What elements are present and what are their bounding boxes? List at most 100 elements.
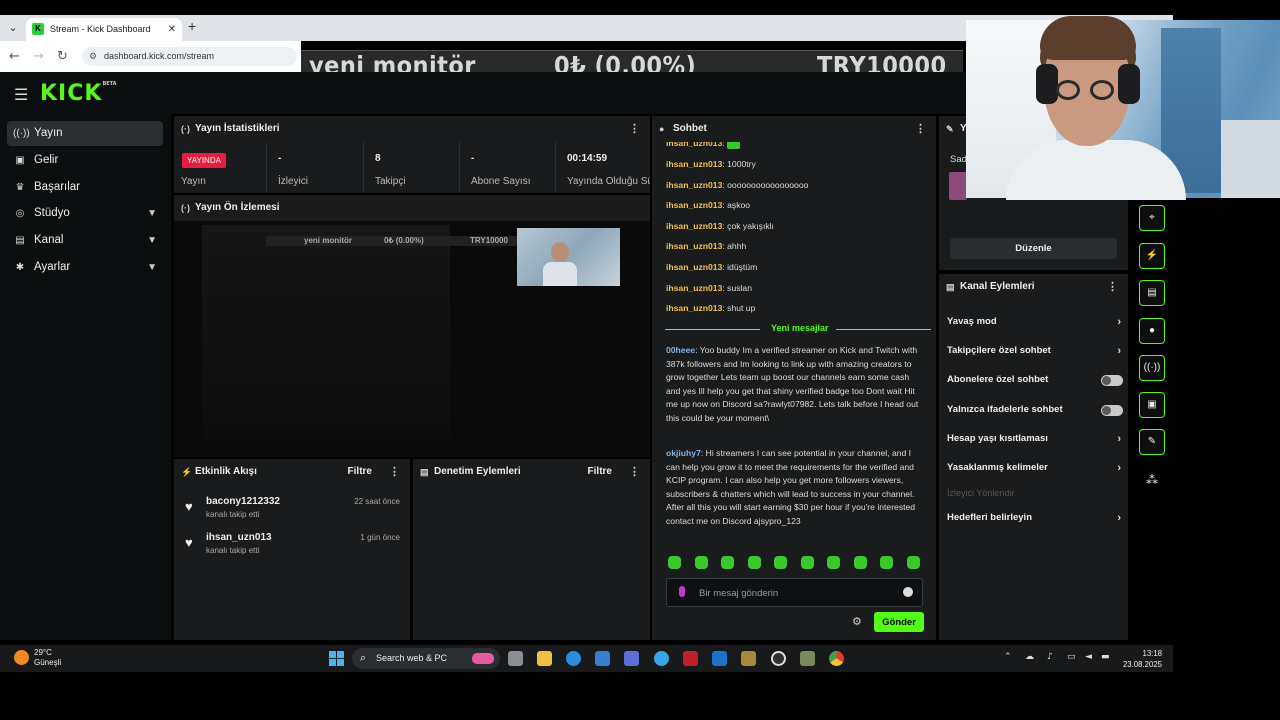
microphone-icon[interactable]: ♪ bbox=[1047, 652, 1053, 662]
event-user[interactable]: ihsan_uzn013 bbox=[206, 532, 272, 543]
chat-username[interactable]: okjiuhy7 bbox=[666, 448, 701, 458]
more-options-icon[interactable]: ⋮ bbox=[629, 459, 640, 485]
taskbar-search[interactable]: ⌕ Search web & PC bbox=[352, 648, 500, 669]
chevron-up-icon[interactable]: ⌃ bbox=[1004, 652, 1012, 662]
action-account-age[interactable]: Hesap yaşı kısıtlaması › bbox=[947, 428, 1123, 450]
antivirus-icon[interactable] bbox=[683, 651, 698, 666]
wrench-icon[interactable]: ✎ bbox=[1139, 429, 1165, 455]
close-tab-icon[interactable]: ✕ bbox=[168, 18, 176, 41]
menu-icon[interactable]: ☰ bbox=[14, 85, 28, 105]
sidebar-item-gelir[interactable]: ▣ Gelir bbox=[7, 148, 163, 173]
store-icon[interactable] bbox=[595, 651, 610, 666]
chat-username[interactable]: ihsan_uzn013 bbox=[666, 200, 722, 210]
sidebar-item-ayarlar[interactable]: ✱ Ayarlar ▼ bbox=[7, 255, 163, 280]
chat-username[interactable]: 00heee bbox=[666, 345, 695, 355]
more-options-icon[interactable]: ⋮ bbox=[389, 459, 400, 485]
broadcast-icon[interactable]: ((·)) bbox=[1139, 355, 1165, 381]
video-icon[interactable]: ▣ bbox=[1139, 392, 1165, 418]
toggle-switch[interactable] bbox=[1101, 405, 1123, 416]
chat-bubble-icon[interactable]: ● bbox=[1139, 318, 1165, 344]
clock[interactable]: 13:18 23.08.2025 bbox=[1118, 648, 1162, 670]
emote-icon bbox=[727, 142, 741, 150]
more-options-icon[interactable]: ⋮ bbox=[1107, 274, 1118, 300]
more-options-icon[interactable]: ⋮ bbox=[629, 116, 640, 142]
back-icon[interactable]: ← bbox=[9, 49, 20, 64]
chat-message: ihsan_uzn013: ooooooooooooooooo bbox=[666, 180, 809, 190]
screenshot-icon[interactable]: ⌖ bbox=[1139, 205, 1165, 231]
chat-username[interactable]: ihsan_uzn013 bbox=[666, 159, 722, 169]
start-button[interactable] bbox=[329, 651, 344, 666]
filter-button[interactable]: Filtre bbox=[348, 459, 372, 485]
emote-icon[interactable] bbox=[668, 556, 681, 569]
task-view-icon[interactable] bbox=[508, 651, 523, 666]
edit-button[interactable]: Düzenle bbox=[950, 238, 1117, 259]
emote-icon[interactable] bbox=[695, 556, 708, 569]
action-slow-mode[interactable]: Yavaş mod › bbox=[947, 311, 1123, 333]
mail-icon[interactable] bbox=[712, 651, 727, 666]
sidebar-item-studyo[interactable]: ◎ Stüdyo ▼ bbox=[7, 201, 163, 226]
network-icon[interactable]: ▭ bbox=[1067, 652, 1076, 662]
microphone-icon[interactable] bbox=[679, 586, 685, 597]
toggle-switch[interactable] bbox=[1101, 375, 1123, 386]
chat-settings-icon[interactable]: ⚙ bbox=[852, 615, 862, 628]
more-options-icon[interactable]: ⋮ bbox=[915, 116, 926, 142]
cloud-icon[interactable]: ☁ bbox=[1025, 652, 1034, 662]
share-icon[interactable]: ⁂ bbox=[1146, 473, 1158, 487]
chat-username[interactable]: ihsan_uzn013 bbox=[666, 142, 722, 148]
action-banned-words[interactable]: Yasaklanmış kelimeler › bbox=[947, 457, 1123, 479]
new-tab-icon[interactable]: + bbox=[188, 18, 196, 34]
edge-icon[interactable] bbox=[566, 651, 581, 666]
action-set-goals[interactable]: Hedefleri belirleyin › bbox=[947, 507, 1123, 529]
chat-username[interactable]: ihsan_uzn013 bbox=[666, 221, 722, 231]
document-icon[interactable]: ▤ bbox=[1139, 280, 1165, 306]
emote-icon[interactable] bbox=[801, 556, 814, 569]
battery-icon[interactable]: ▬ bbox=[1101, 652, 1110, 662]
emote-icon[interactable] bbox=[748, 556, 761, 569]
emote-icon[interactable] bbox=[721, 556, 734, 569]
game-icon[interactable] bbox=[741, 651, 756, 666]
chat-username[interactable]: ihsan_uzn013 bbox=[666, 303, 722, 313]
filter-button[interactable]: Filtre bbox=[588, 459, 612, 485]
file-explorer-icon[interactable] bbox=[537, 651, 552, 666]
url-field[interactable]: ⚙ dashboard.kick.com/stream bbox=[82, 47, 297, 66]
reload-icon[interactable]: ↻ bbox=[57, 49, 68, 64]
chat-panel: ● Sohbet ⋮ ihsan_uzn013: ihsan_uzn013: 1… bbox=[652, 116, 936, 640]
gear-icon: ✱ bbox=[15, 262, 25, 273]
copilot-icon[interactable] bbox=[624, 651, 639, 666]
kick-logo[interactable]: KICKBETA bbox=[40, 81, 117, 106]
sidebar-item-basarilar[interactable]: ♛ Başarılar bbox=[7, 175, 163, 200]
chat-username[interactable]: ihsan_uzn013 bbox=[666, 241, 722, 251]
send-button[interactable]: Gönder bbox=[874, 612, 924, 632]
emote-icon[interactable] bbox=[854, 556, 867, 569]
weather-widget[interactable]: 29°C Güneşli bbox=[14, 648, 61, 668]
stat-value: 00:14:59 bbox=[567, 153, 608, 164]
app-icon[interactable] bbox=[654, 651, 669, 666]
action-followers-only[interactable]: Takipçilere özel sohbet › bbox=[947, 340, 1123, 362]
browser-tab[interactable]: K Stream - Kick Dashboard ✕ bbox=[26, 18, 182, 41]
emote-icon[interactable] bbox=[907, 556, 920, 569]
chat-input[interactable] bbox=[699, 585, 894, 602]
emote-icon[interactable] bbox=[880, 556, 893, 569]
chat-username[interactable]: ihsan_uzn013 bbox=[666, 180, 722, 190]
obs-icon[interactable] bbox=[771, 651, 786, 666]
volume-icon[interactable]: ◄ bbox=[1085, 652, 1092, 662]
site-info-icon[interactable]: ⚙ bbox=[89, 47, 97, 66]
chrome-icon[interactable] bbox=[829, 651, 844, 666]
tab-list-icon[interactable]: ⌄ bbox=[4, 19, 22, 37]
chevron-right-icon: › bbox=[1117, 345, 1121, 357]
stat-value: - bbox=[278, 153, 282, 164]
sidebar-item-kanal[interactable]: ▤ Kanal ▼ bbox=[7, 228, 163, 253]
sidebar-item-yayin[interactable]: ((·)) Yayın bbox=[7, 121, 163, 146]
app-icon[interactable] bbox=[800, 651, 815, 666]
stream-preview-video[interactable]: yeni monitör 0₺ (0.00%) TRY10000 bbox=[174, 221, 650, 457]
chat-username[interactable]: ihsan_uzn013 bbox=[666, 262, 722, 272]
emote-icon[interactable] bbox=[774, 556, 787, 569]
chat-username[interactable]: ihsan_uzn013 bbox=[666, 283, 722, 293]
emoji-picker-icon[interactable] bbox=[903, 587, 913, 597]
forward-icon[interactable]: → bbox=[33, 49, 44, 64]
chat-messages[interactable]: ihsan_uzn013: ihsan_uzn013: 1000try ihsa… bbox=[659, 142, 935, 542]
event-user[interactable]: bacony1212332 bbox=[206, 496, 280, 507]
emote-icon[interactable] bbox=[827, 556, 840, 569]
lightning-icon[interactable]: ⚡ bbox=[1139, 243, 1165, 269]
action-label: Hedefleri belirleyin bbox=[947, 512, 1033, 523]
